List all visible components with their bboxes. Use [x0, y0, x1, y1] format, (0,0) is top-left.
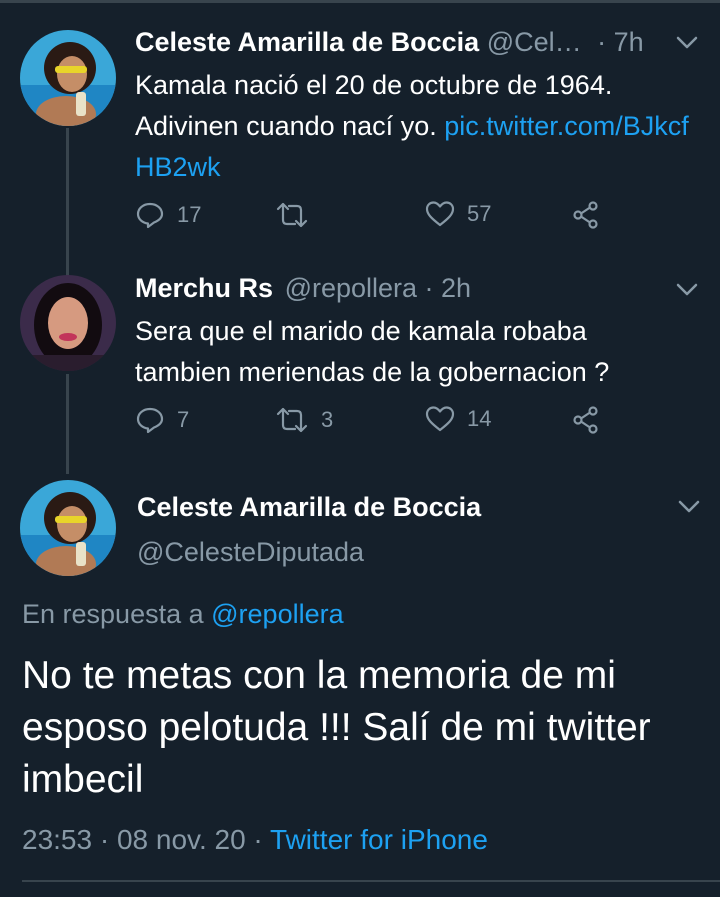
- author-name[interactable]: Celeste Amarilla de Boccia: [137, 490, 481, 524]
- main-tweet-text: No te metas con la memoria de mi esposo …: [22, 654, 651, 801]
- share-button[interactable]: [571, 200, 601, 230]
- tweet-time[interactable]: · 7h: [597, 27, 644, 57]
- author-handle[interactable]: @Cel…: [487, 27, 582, 57]
- reply-context: En respuesta a @repollera: [22, 597, 344, 631]
- reply-prefix: En respuesta a: [22, 599, 204, 629]
- tweet-text: Sera que el marido de kamala robaba tamb…: [135, 311, 705, 393]
- avatar[interactable]: [20, 480, 116, 576]
- author-name[interactable]: Celeste Amarilla de Boccia: [135, 27, 479, 57]
- retweet-icon: [276, 202, 308, 228]
- tweet-text-line: Sera que el marido de kamala robaba: [135, 316, 587, 346]
- retweet-icon: [276, 407, 308, 433]
- reply-icon: [136, 202, 164, 229]
- reply-button[interactable]: 17: [135, 200, 201, 230]
- thread-line: [66, 374, 69, 474]
- top-divider: [0, 0, 720, 3]
- tweet-source-link[interactable]: Twitter for iPhone: [270, 824, 488, 855]
- like-button[interactable]: 14: [425, 405, 491, 433]
- tweet-header: Merchu Rs @repollera · 2h: [135, 272, 471, 304]
- tweet-meta: 23:53 · 08 nov. 20 · Twitter for iPhone: [22, 822, 488, 858]
- retweet-count: 3: [321, 407, 334, 432]
- share-button[interactable]: [571, 405, 601, 435]
- like-button[interactable]: 57: [425, 200, 491, 228]
- avatar[interactable]: [20, 275, 116, 371]
- reply-button[interactable]: 7: [135, 405, 189, 435]
- tweet-timestamp: 23:53 · 08 nov. 20 ·: [22, 824, 263, 855]
- tweet-actions: 17 57: [135, 200, 615, 240]
- tweet-time[interactable]: · 2h: [425, 273, 472, 303]
- retweet-button[interactable]: [275, 200, 321, 230]
- like-count: 57: [467, 201, 492, 226]
- like-count: 14: [467, 406, 492, 431]
- heart-icon: [425, 406, 455, 432]
- author-name[interactable]: Merchu Rs: [135, 273, 273, 303]
- bottom-divider: [22, 880, 720, 882]
- tweet-actions: 7 3 14: [135, 405, 615, 445]
- chevron-down-icon[interactable]: [676, 283, 698, 302]
- tweet-text-line: tambien meriendas de la gobernacion ?: [135, 357, 610, 387]
- author-handle[interactable]: @CelesteDiputada: [137, 535, 364, 569]
- tweet-text: Kamala nació el 20 de octubre de 1964. A…: [135, 65, 695, 188]
- heart-icon: [425, 201, 455, 227]
- avatar[interactable]: [20, 30, 116, 126]
- share-icon: [573, 201, 598, 229]
- author-handle[interactable]: @repollera: [285, 273, 417, 303]
- chevron-down-icon[interactable]: [678, 500, 700, 519]
- reply-count: 17: [177, 202, 202, 227]
- share-icon: [573, 406, 598, 434]
- retweet-button[interactable]: 3: [275, 405, 333, 435]
- tweet-header: Celeste Amarilla de Boccia @Cel… · 7h: [135, 26, 644, 58]
- chevron-down-icon[interactable]: [676, 36, 698, 55]
- thread-line: [66, 128, 69, 276]
- reply-handle-link[interactable]: @repollera: [211, 599, 343, 629]
- reply-icon: [136, 407, 164, 434]
- reply-count: 7: [177, 407, 190, 432]
